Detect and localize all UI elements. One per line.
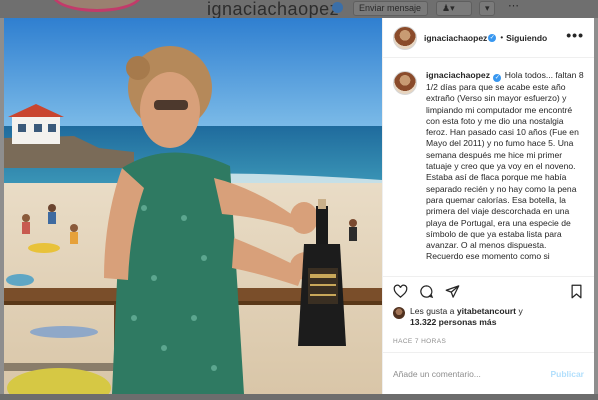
background-grid-strip [0, 394, 598, 400]
action-bar [383, 276, 594, 306]
post-timestamp[interactable]: HACE 7 HORAS [383, 334, 594, 352]
comment-input[interactable]: Añade un comentario... [393, 369, 481, 379]
caption-body: Hola todos... faltan 8 1/2 días para que… [426, 70, 584, 262]
liker-username[interactable]: yitabetancourt [457, 306, 516, 316]
verified-badge-icon: ✓ [488, 33, 497, 42]
likes-prefix: Les gusta a [410, 306, 455, 316]
likes-summary: Les gusta a yitabetancourt y 13.322 pers… [383, 306, 594, 334]
following-button[interactable]: Siguiendo [506, 33, 547, 43]
liker-avatar[interactable] [393, 307, 405, 319]
separator-dot: • [500, 33, 504, 42]
bookmark-icon[interactable] [569, 284, 584, 299]
beach-photo-illustration [4, 18, 382, 394]
background-follow-toggle-button: ♟▾ [436, 1, 472, 16]
post-side-panel: ignaciachaopez ✓ • Siguiendo ••• ignacia… [382, 18, 594, 394]
caption-block: ignaciachaopez ✓ Hola todos... faltan 8 … [383, 58, 594, 276]
comment-box: Añade un comentario... Publicar [383, 352, 594, 394]
author-avatar[interactable] [393, 25, 417, 50]
heart-icon[interactable] [393, 284, 408, 299]
verified-badge-icon: ✓ [493, 74, 502, 82]
background-send-message-button: Enviar mensaje [353, 1, 428, 16]
likes-connector: y [518, 306, 523, 316]
comment-icon[interactable] [419, 284, 434, 299]
background-verified-icon [332, 2, 343, 13]
likes-text: Les gusta a yitabetancourt y 13.322 pers… [410, 306, 523, 328]
background-suggestions-button: ▾ [479, 1, 495, 16]
post-photo[interactable] [4, 18, 382, 394]
author-username[interactable]: ignaciachaopez [424, 33, 487, 43]
caption-author-avatar[interactable] [393, 71, 417, 95]
likes-count-link[interactable]: 13.322 personas más [410, 317, 496, 327]
publish-button[interactable]: Publicar [550, 369, 584, 379]
caption-username[interactable]: ignaciachaopez [426, 70, 490, 80]
share-icon[interactable] [445, 284, 460, 299]
post-header: ignaciachaopez ✓ • Siguiendo ••• [383, 18, 594, 58]
background-profile-username: ignaciachaopez [207, 0, 340, 19]
background-more-icon: ⋯ [508, 0, 519, 12]
post-modal: ignaciachaopez ✓ • Siguiendo ••• ignacia… [4, 18, 594, 394]
more-options-icon[interactable]: ••• [566, 28, 584, 45]
caption-text-container: ignaciachaopez ✓ Hola todos... faltan 8 … [426, 70, 584, 276]
